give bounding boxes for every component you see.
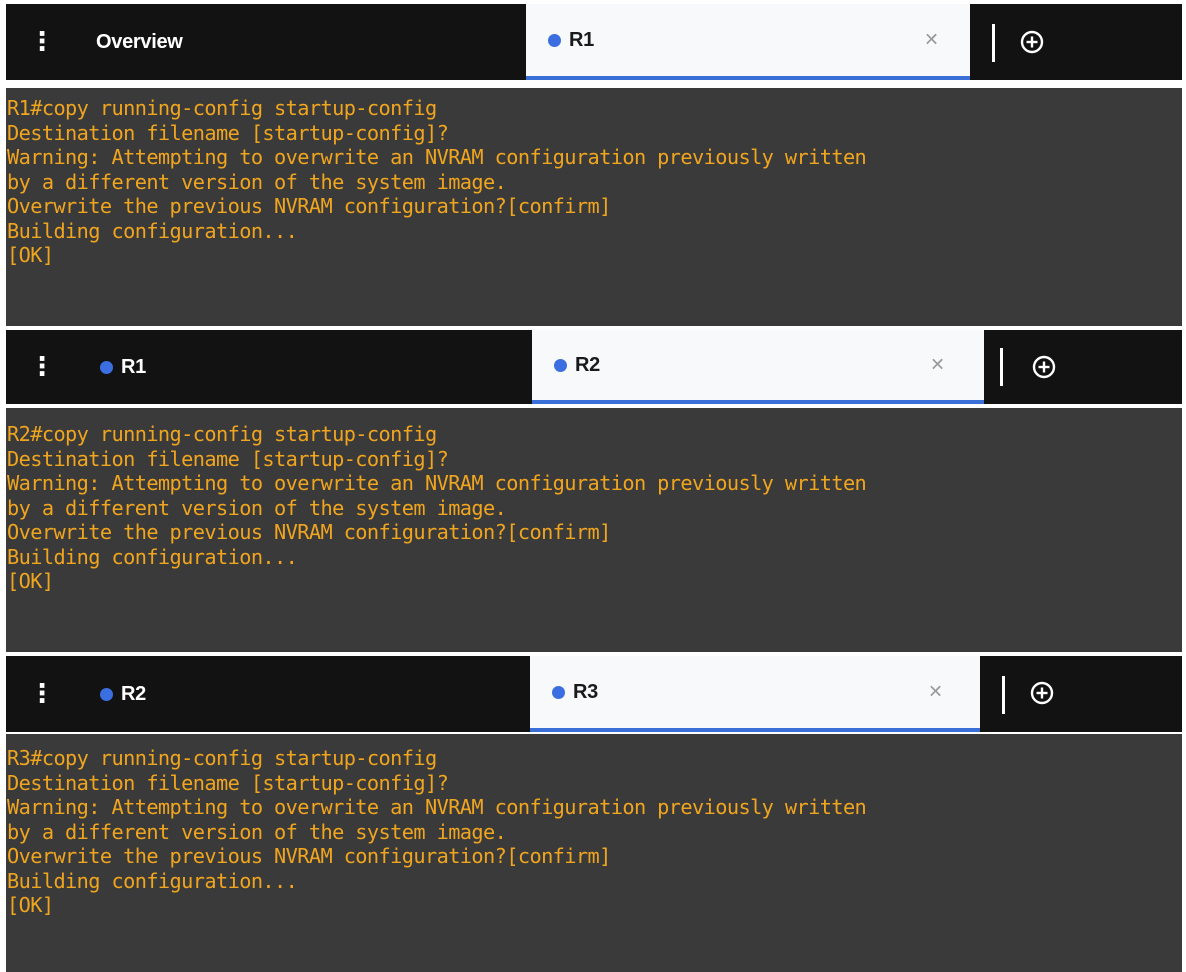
terminal-line: Warning: Attempting to overwrite an NVRA… [7, 471, 867, 495]
tab-label: R1 [569, 28, 594, 51]
tab-label: R3 [573, 680, 598, 703]
tab-divider [992, 24, 995, 62]
tab-divider [1000, 348, 1003, 386]
tab-r2[interactable]: R2 [100, 656, 520, 732]
status-dot-icon [100, 687, 113, 701]
terminal-line: Warning: Attempting to overwrite an NVRA… [7, 145, 867, 169]
plus-circle-icon[interactable] [1020, 30, 1044, 54]
status-dot-icon [548, 33, 561, 47]
terminal-line: by a different version of the system ima… [7, 819, 507, 844]
terminal-line: [OK] [7, 569, 54, 593]
console-panel-1: ⋮ Overview R1 ✕ R1#copy running-config s… [6, 4, 1182, 326]
tab-bar: ⋮ Overview R1 ✕ [6, 4, 1182, 80]
tab-label: R1 [121, 355, 146, 378]
tab-r3[interactable]: R3 ✕ [530, 656, 980, 732]
vertical-dots-icon[interactable]: ⋮ [29, 656, 55, 732]
terminal-line: Building configuration... [7, 218, 298, 243]
console-panel-2: ⋮ R1 R2 ✕ R2#copy running-config startup… [6, 330, 1182, 652]
plus-circle-icon[interactable] [1032, 355, 1056, 379]
close-icon[interactable]: ✕ [928, 682, 943, 703]
terminal-line: R2#copy running-config startup-config [7, 422, 437, 446]
console-panel-3: ⋮ R2 R3 ✕ R3#copy running-config startup… [6, 656, 1182, 972]
terminal-line: Destination filename [startup-config]? [7, 770, 449, 795]
terminal-line: Destination filename [startup-config]? [7, 120, 449, 145]
terminal-line: Warning: Attempting to overwrite an NVRA… [7, 795, 867, 819]
status-dot-icon [100, 360, 113, 374]
plus-circle-icon[interactable] [1030, 681, 1054, 705]
tab-r1[interactable]: R1 [100, 330, 520, 404]
terminal-line: R3#copy running-config startup-config [7, 746, 437, 770]
status-dot-icon [552, 685, 565, 699]
terminal-line: Overwrite the previous NVRAM configurati… [7, 194, 611, 218]
tab-r2[interactable]: R2 ✕ [532, 330, 984, 404]
terminal-line: R1#copy running-config startup-config [7, 96, 437, 120]
terminal-output[interactable]: R2#copy running-config startup-config De… [6, 408, 1182, 652]
terminal-line: Overwrite the previous NVRAM configurati… [7, 520, 611, 544]
tab-label: R2 [121, 682, 146, 705]
terminal-line: Building configuration... [7, 868, 298, 893]
terminal-output[interactable]: R1#copy running-config startup-config De… [6, 88, 1182, 326]
terminal-line: Destination filename [startup-config]? [7, 446, 449, 471]
vertical-dots-icon[interactable]: ⋮ [29, 330, 55, 404]
tab-label: Overview [96, 30, 183, 53]
tab-bar: ⋮ R1 R2 ✕ [6, 330, 1182, 404]
terminal-line: Overwrite the previous NVRAM configurati… [7, 844, 611, 868]
close-icon[interactable]: ✕ [930, 355, 945, 376]
status-dot-icon [554, 358, 567, 372]
tab-overview[interactable]: Overview [96, 4, 516, 80]
terminal-output[interactable]: R3#copy running-config startup-config De… [6, 734, 1182, 972]
tab-divider [1002, 676, 1005, 714]
tab-r1[interactable]: R1 ✕ [526, 4, 970, 80]
terminal-line: by a different version of the system ima… [7, 495, 507, 520]
vertical-dots-icon[interactable]: ⋮ [29, 4, 55, 80]
close-icon[interactable]: ✕ [924, 30, 939, 51]
tab-bar: ⋮ R2 R3 ✕ [6, 656, 1182, 732]
tab-label: R2 [575, 353, 600, 376]
terminal-line: by a different version of the system ima… [7, 169, 507, 194]
terminal-line: [OK] [7, 893, 54, 917]
terminal-line: Building configuration... [7, 544, 298, 569]
terminal-line: [OK] [7, 243, 54, 267]
